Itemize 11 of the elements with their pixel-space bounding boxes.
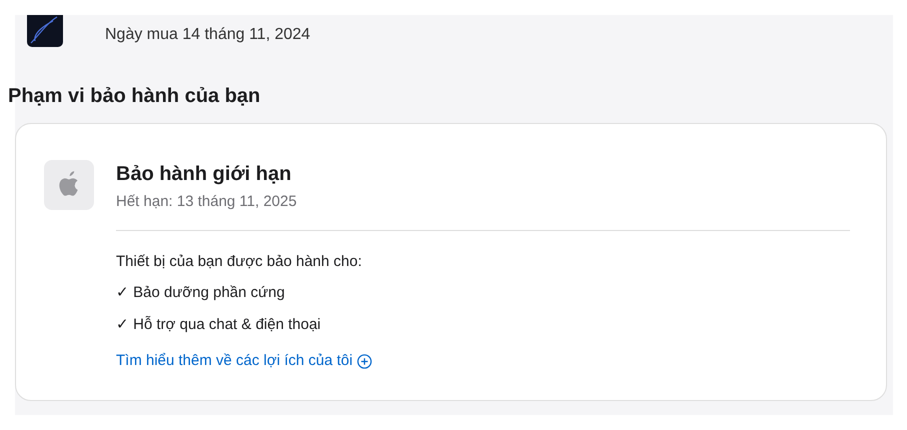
benefit-item: ✓ Bảo dưỡng phần cứng <box>116 283 286 303</box>
plan-title: Bảo hành giới hạn <box>116 162 292 186</box>
apple-logo-icon <box>44 160 94 210</box>
learn-more-link[interactable]: Tìm hiểu thêm về các lợi ích của tôi <box>116 350 353 372</box>
device-thumbnail-icon <box>27 15 63 47</box>
section-heading: Phạm vi bảo hành của bạn <box>8 84 262 109</box>
purchase-date: Ngày mua 14 tháng 11, 2024 <box>105 25 310 45</box>
plus-circle-icon[interactable] <box>356 354 372 369</box>
benefit-item: ✓ Hỗ trợ qua chat & điện thoại <box>116 314 322 334</box>
expiry-date: Hết hạn: 13 tháng 11, 2025 <box>116 192 298 212</box>
coverage-intro: Thiết bị của bạn được bảo hành cho: <box>116 252 363 272</box>
